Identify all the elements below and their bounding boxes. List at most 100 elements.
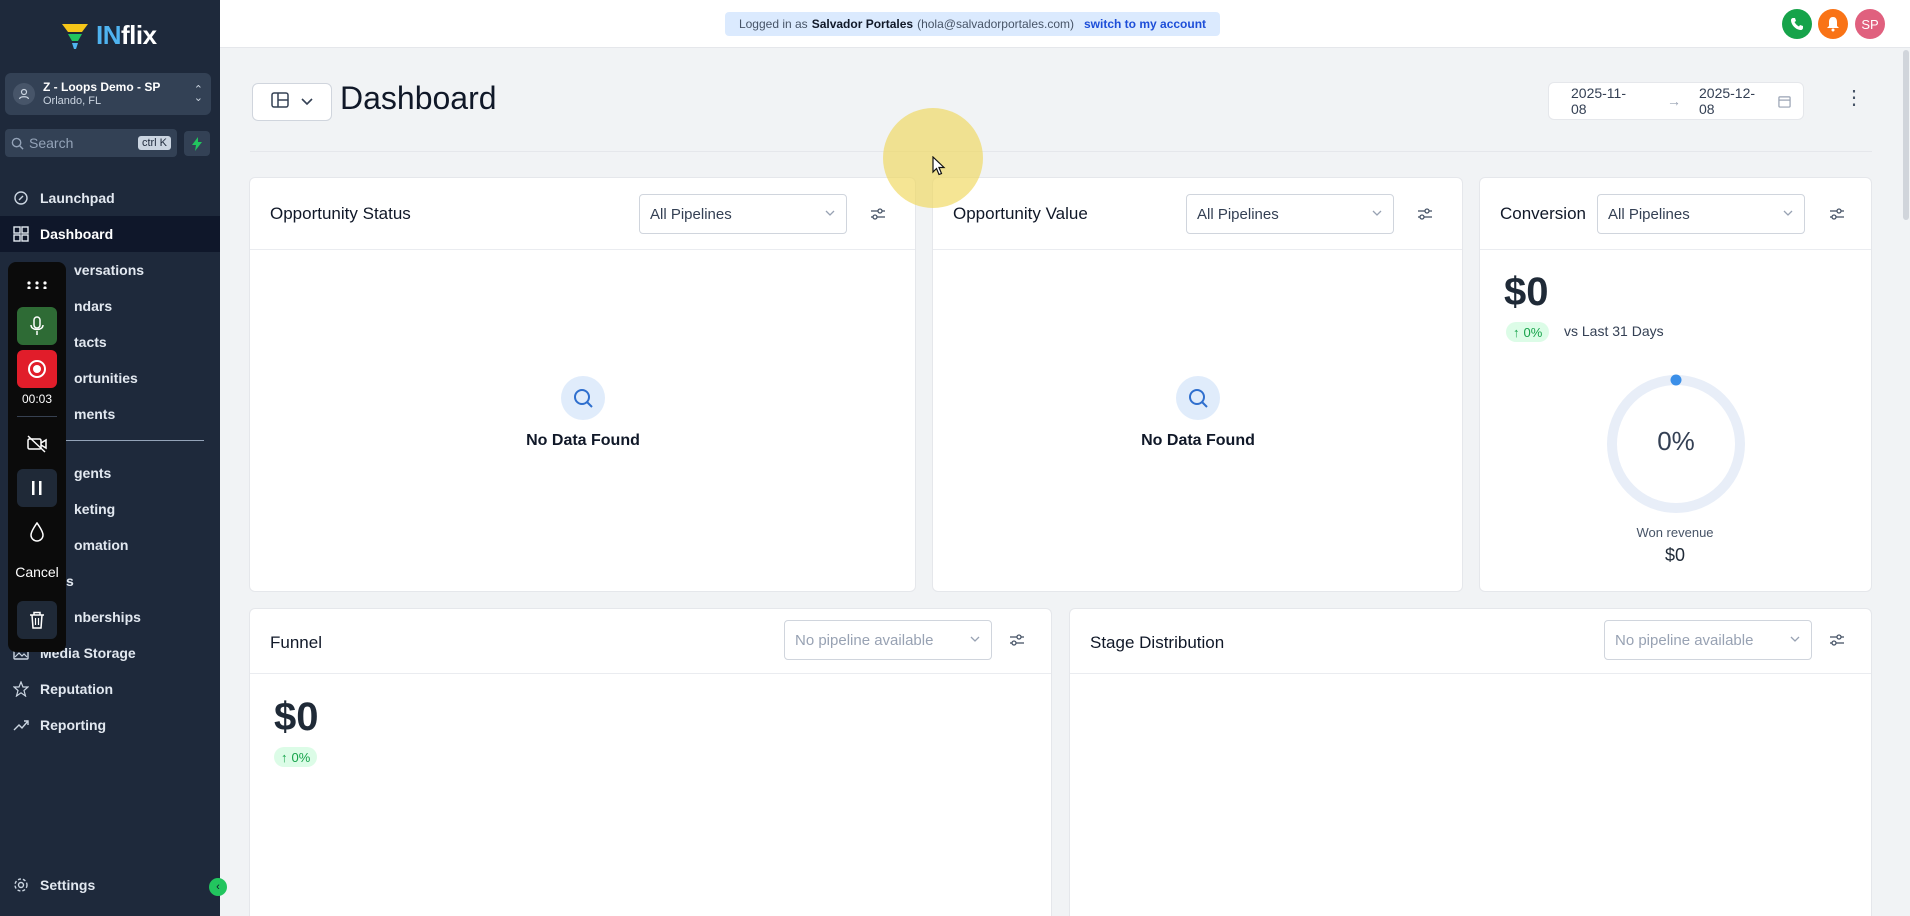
sidebar-item-label: ments (74, 406, 116, 422)
quick-action-bolt-icon[interactable] (184, 131, 210, 156)
card-title: Opportunity Status (270, 204, 411, 223)
dashboard-view-switcher[interactable] (252, 83, 332, 121)
change-badge: ↑ 0% (1506, 322, 1550, 342)
notifications-bell-icon[interactable] (1818, 9, 1848, 39)
stage-distribution-card: Stage Distribution No pipeline available (1069, 608, 1872, 916)
settings-sliders-icon[interactable] (870, 207, 886, 221)
sidebar-divider (60, 440, 204, 441)
switch-account-link[interactable]: switch to my account (1084, 17, 1206, 31)
empty-state-text: No Data Found (526, 432, 640, 449)
sidebar-item-label: ortunities (74, 370, 138, 386)
change-badge: ↑ 0% (274, 747, 318, 767)
search-placeholder: Search (29, 135, 74, 151)
microphone-icon[interactable] (17, 307, 57, 345)
arrow-up-icon: ↑ (281, 749, 288, 765)
header-divider (250, 151, 1872, 152)
sidebar-item-label: Launchpad (40, 190, 115, 206)
sidebar-item-label: Dashboard (40, 226, 114, 242)
chevron-down-icon (301, 93, 313, 111)
account-name: Z - Loops Demo - SP (43, 79, 161, 94)
sidebar-item-label: nberships (74, 609, 141, 625)
mouse-cursor-icon (932, 155, 946, 181)
comparison-label: vs Last 31 Days (1564, 323, 1664, 339)
pipeline-select[interactable]: No pipeline available (784, 620, 992, 660)
settings-label: Settings (40, 877, 96, 893)
location-icon (13, 83, 35, 105)
empty-state-text: No Data Found (1141, 432, 1255, 449)
settings-sliders-icon[interactable] (1829, 207, 1845, 221)
pipeline-select[interactable]: All Pipelines (639, 194, 847, 234)
funnel-value: $0 (274, 695, 319, 739)
gear-icon (12, 876, 30, 894)
account-location: Orlando, FL (43, 94, 102, 107)
card-title: Conversion (1500, 204, 1586, 223)
opportunity-status-card: Opportunity Status All Pipelines No Data… (249, 177, 916, 592)
star-icon (12, 680, 30, 698)
trash-icon[interactable] (17, 601, 57, 639)
sidebar-item-label: omation (74, 537, 129, 553)
sidebar-item-label: versations (74, 262, 145, 278)
chevron-down-icon (824, 207, 836, 219)
card-title: Stage Distribution (1090, 633, 1225, 652)
opportunity-value-card: Opportunity Value All Pipelines No Data … (932, 177, 1463, 592)
sidebar-item-label: Reporting (40, 717, 107, 733)
cancel-recording-button[interactable]: Cancel (8, 564, 66, 580)
donut-progress-marker (1670, 374, 1682, 386)
sidebar-item-reputation[interactable]: Reputation (0, 671, 220, 707)
settings-sliders-icon[interactable] (1009, 633, 1025, 647)
pause-icon[interactable] (17, 469, 57, 507)
card-title: Opportunity Value (953, 204, 1088, 223)
arrow-up-icon: ↑ (1513, 324, 1520, 340)
search-shortcut: ctrl K (137, 136, 171, 150)
empty-state: No Data Found (1098, 376, 1298, 450)
phone-icon[interactable] (1782, 9, 1812, 39)
sidebar-item-dashboard[interactable]: Dashboard (0, 216, 220, 252)
donut-percentage: 0% (1657, 426, 1695, 456)
rocket-icon (12, 189, 30, 207)
sidebar-item-label: ndars (74, 298, 113, 314)
pipeline-select[interactable]: No pipeline available (1604, 620, 1812, 660)
conversion-donut: 0% (1605, 373, 1747, 515)
date-range-picker[interactable]: 2025-11-08 → 2025-12-08 (1548, 82, 1804, 120)
settings-sliders-icon[interactable] (1417, 207, 1433, 221)
sidebar-item-settings[interactable]: Settings (12, 876, 95, 894)
collapse-sidebar-button[interactable]: ‹ (209, 878, 227, 896)
page-title: Dashboard (340, 80, 497, 116)
chevron-down-icon (969, 633, 981, 645)
date-to: 2025-12-08 (1699, 85, 1756, 117)
stop-recording-icon[interactable] (17, 350, 57, 388)
calendar-icon (1778, 95, 1791, 108)
chevron-down-icon (1789, 633, 1801, 645)
trend-icon (12, 716, 30, 734)
sidebar-item-label: tacts (74, 334, 107, 350)
chevron-down-icon (1782, 207, 1794, 219)
settings-sliders-icon[interactable] (1829, 633, 1845, 647)
blur-drop-icon[interactable] (17, 513, 57, 551)
sidebar-item-reporting[interactable]: Reporting (0, 707, 220, 743)
logged-in-user-email: (hola@salvadorportales.com) (917, 17, 1074, 31)
more-options-icon[interactable]: ⋮ (1844, 88, 1864, 108)
search-input[interactable]: Search ctrl K (5, 129, 177, 157)
pipeline-select[interactable]: All Pipelines (1597, 194, 1805, 234)
page-scrollbar[interactable] (1903, 50, 1909, 220)
layout-icon (271, 91, 289, 113)
impersonation-banner: Logged in as Salvador Portales (hola@sal… (725, 12, 1220, 36)
user-avatar[interactable]: SP (1855, 9, 1885, 39)
recording-timer: 00:03 (21, 392, 53, 406)
funnel-card: Funnel No pipeline available $0 ↑ 0% (249, 608, 1052, 916)
drag-handle-dots-icon[interactable] (17, 266, 57, 304)
app-logo[interactable]: INflix (58, 18, 157, 52)
chevron-down-icon (1371, 207, 1383, 219)
search-icon (561, 376, 605, 420)
camera-off-icon[interactable] (17, 425, 57, 463)
sidebar-item-label: keting (74, 501, 116, 517)
sidebar-item-label: Reputation (40, 681, 114, 697)
conversion-card: Conversion All Pipelines $0 ↑ 0% vs Last… (1479, 177, 1872, 592)
account-switcher[interactable]: Z - Loops Demo - SP Orlando, FL ⌃ ⌄ (5, 73, 211, 115)
won-revenue-label: Won revenue (1636, 525, 1714, 540)
chevron-updown-icon: ⌃ ⌄ (193, 84, 203, 104)
search-icon (1176, 376, 1220, 420)
logo-funnel-icon (58, 18, 92, 52)
sidebar-item-launchpad[interactable]: Launchpad (0, 180, 220, 216)
pipeline-select[interactable]: All Pipelines (1186, 194, 1394, 234)
